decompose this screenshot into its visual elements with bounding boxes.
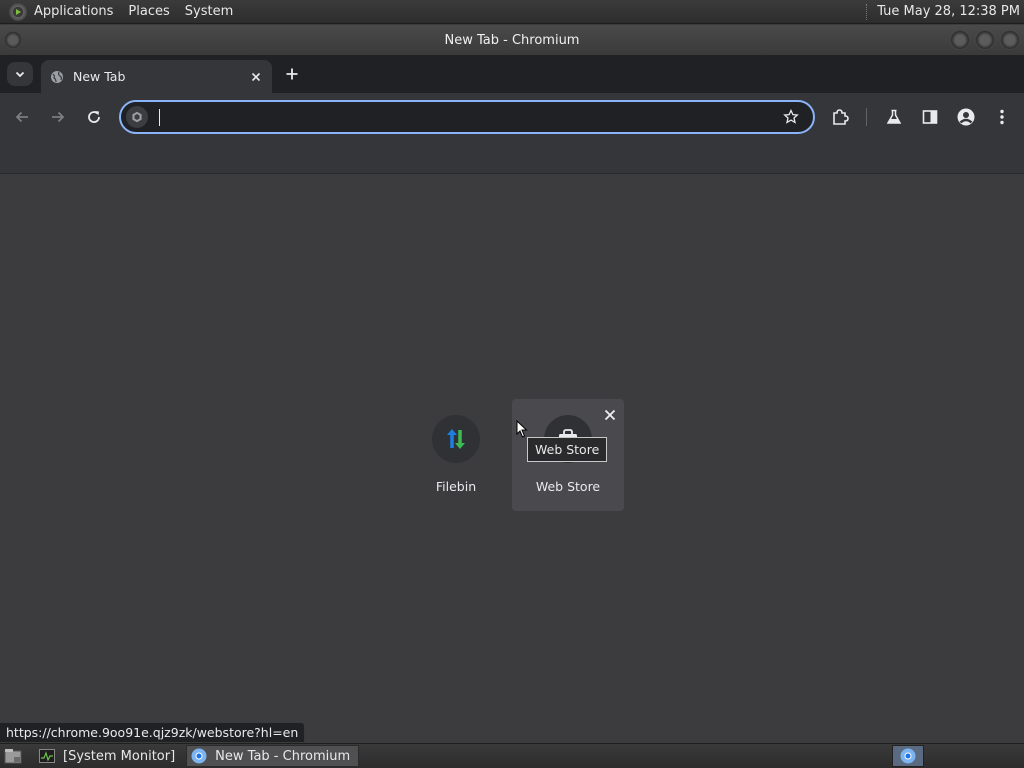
side-panel-button[interactable] (918, 105, 942, 129)
minimize-button[interactable] (950, 30, 970, 50)
shortcut-tile-filebin[interactable]: Filebin (400, 399, 512, 511)
plus-icon (286, 68, 298, 80)
bookmarks-bar (0, 141, 1024, 174)
side-panel-icon (922, 110, 938, 124)
gnome-foot-icon[interactable] (9, 2, 27, 21)
back-button[interactable] (10, 105, 34, 129)
forward-arrow-icon (52, 111, 65, 123)
profile-icon (957, 108, 975, 126)
chrome-menu-button[interactable] (990, 105, 1014, 129)
tab-new-tab[interactable]: New Tab (41, 60, 272, 93)
shortcut-label: Filebin (435, 479, 477, 494)
shortcut-label: Web Store (535, 479, 601, 494)
back-arrow-icon (15, 111, 28, 123)
tab-search-button[interactable] (7, 62, 33, 86)
toolbar-separator (866, 108, 867, 126)
system-monitor-icon (39, 748, 55, 764)
bottom-taskbar: [System Monitor] New Tab - Chromium (0, 743, 1024, 768)
address-input[interactable] (162, 109, 781, 125)
remove-shortcut-icon[interactable] (602, 407, 618, 423)
window-title: New Tab - Chromium (444, 32, 580, 48)
flask-icon (886, 109, 902, 124)
desktop-icon (4, 749, 22, 764)
tray-chromium-icon[interactable] (892, 745, 924, 767)
new-tab-button[interactable] (282, 64, 302, 84)
top-panel: Applications Places System Tue May 28, 1… (0, 0, 1024, 24)
kebab-menu-icon (1000, 109, 1004, 125)
address-bar[interactable] (119, 100, 815, 134)
tab-title: New Tab (73, 69, 126, 84)
places-menu[interactable]: Places (128, 4, 169, 19)
chromium-icon (191, 748, 207, 764)
mouse-pointer-icon (516, 420, 528, 438)
chromium-site-icon[interactable] (126, 106, 148, 128)
tab-strip: New Tab (0, 55, 1024, 93)
applications-menu[interactable]: Applications (34, 4, 113, 19)
task-label: [System Monitor] (63, 748, 176, 764)
task-chromium[interactable]: New Tab - Chromium (186, 745, 360, 767)
forward-button[interactable] (46, 105, 70, 129)
tooltip: Web Store (527, 437, 608, 462)
shortcut-icon-circle (432, 415, 480, 463)
chevron-down-icon (15, 71, 25, 78)
task-label: New Tab - Chromium (215, 748, 351, 764)
task-system-monitor[interactable]: [System Monitor] (34, 745, 184, 767)
panel-separator (866, 3, 869, 20)
reload-icon (88, 111, 100, 123)
window-titlebar[interactable]: New Tab - Chromium (0, 25, 1024, 55)
filebin-icon (447, 429, 465, 449)
status-url-bubble: https://chrome.9oo91e.qjz9zk/webstore?hl… (0, 722, 306, 743)
puzzle-piece-icon (833, 109, 849, 125)
labs-button[interactable] (882, 105, 906, 129)
tab-close-icon[interactable] (248, 69, 264, 85)
extensions-button[interactable] (828, 105, 852, 129)
show-desktop-button[interactable] (2, 746, 24, 766)
system-menu[interactable]: System (185, 4, 233, 19)
globe-icon (51, 70, 63, 83)
text-cursor (159, 108, 160, 126)
bookmark-star-icon[interactable] (781, 107, 801, 127)
toolbar (0, 93, 1024, 141)
close-window-button[interactable] (1000, 30, 1020, 50)
window-menu-button[interactable] (4, 31, 22, 49)
profile-button[interactable] (954, 105, 978, 129)
maximize-button[interactable] (975, 30, 995, 50)
reload-button[interactable] (82, 105, 106, 129)
clock[interactable]: Tue May 28, 12:38 PM (877, 4, 1020, 19)
